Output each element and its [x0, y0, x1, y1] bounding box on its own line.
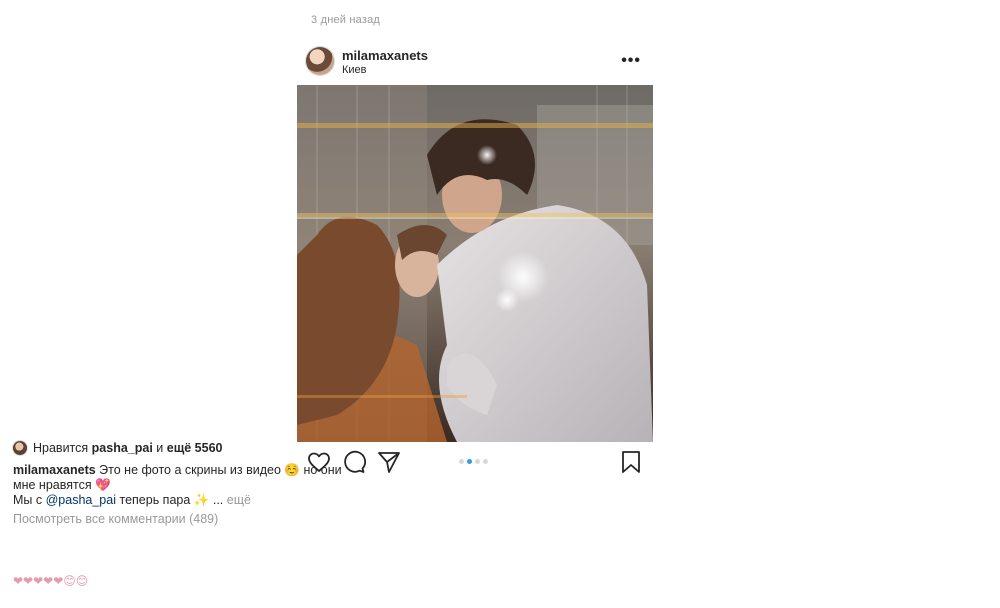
instagram-post: milamaxanets Киев ••• [297, 44, 653, 473]
post-photo[interactable] [297, 85, 653, 442]
likes-count[interactable]: ещё 5560 [167, 441, 223, 455]
share-icon[interactable] [377, 450, 401, 474]
photo-illustration [297, 85, 653, 442]
view-all-comments-link[interactable]: Посмотреть все комментарии (489) [13, 512, 218, 526]
caption-emoji-sparkles: ✨ [193, 493, 210, 507]
likes-summary: Нравится pasha_pai и ещё 5560 [13, 441, 222, 455]
caption-line1-end: но они [303, 463, 342, 477]
caption-line3-start: Мы с [13, 493, 43, 507]
more-options-icon[interactable]: ••• [621, 52, 641, 70]
partial-comment-text: ❤❤❤❤❤😊😊 [13, 574, 89, 588]
bookmark-icon[interactable] [619, 450, 643, 474]
carousel-dot[interactable] [483, 459, 488, 464]
caption-more-link[interactable]: ещё [227, 493, 251, 507]
caption-line3-end: теперь пара [119, 493, 191, 507]
partial-comment: ❤❤❤❤❤😊😊 [13, 574, 88, 588]
likes-conjunction: и [156, 441, 164, 455]
likes-prefix: Нравится [33, 441, 89, 455]
carousel-indicator [459, 459, 488, 465]
caption-emoji-smile: ☺️ [284, 463, 300, 477]
post-actions [297, 450, 653, 476]
liker-username[interactable]: pasha_pai [92, 441, 153, 455]
carousel-dot[interactable] [459, 459, 464, 464]
liker-avatar[interactable] [13, 441, 27, 455]
carousel-dot-active[interactable] [467, 459, 472, 464]
caption-emoji-heart: 💖 [95, 478, 111, 492]
caption-author[interactable]: milamaxanets [13, 463, 96, 477]
post-location[interactable]: Киев [342, 64, 367, 76]
caption-mention[interactable]: @pasha_pai [46, 493, 116, 507]
carousel-dot[interactable] [475, 459, 480, 464]
caption-ellipsis: ... [212, 493, 224, 507]
caption-line2: мне нравятся [13, 478, 92, 492]
post-header: milamaxanets Киев ••• [297, 44, 653, 84]
author-avatar[interactable] [306, 47, 334, 75]
post-timestamp: 3 дней назад [311, 14, 381, 26]
author-username[interactable]: milamaxanets [342, 48, 428, 63]
caption-line1: Это не фото а скрины из видео [99, 463, 281, 477]
post-caption: milamaxanets Это не фото а скрины из вид… [13, 463, 348, 508]
